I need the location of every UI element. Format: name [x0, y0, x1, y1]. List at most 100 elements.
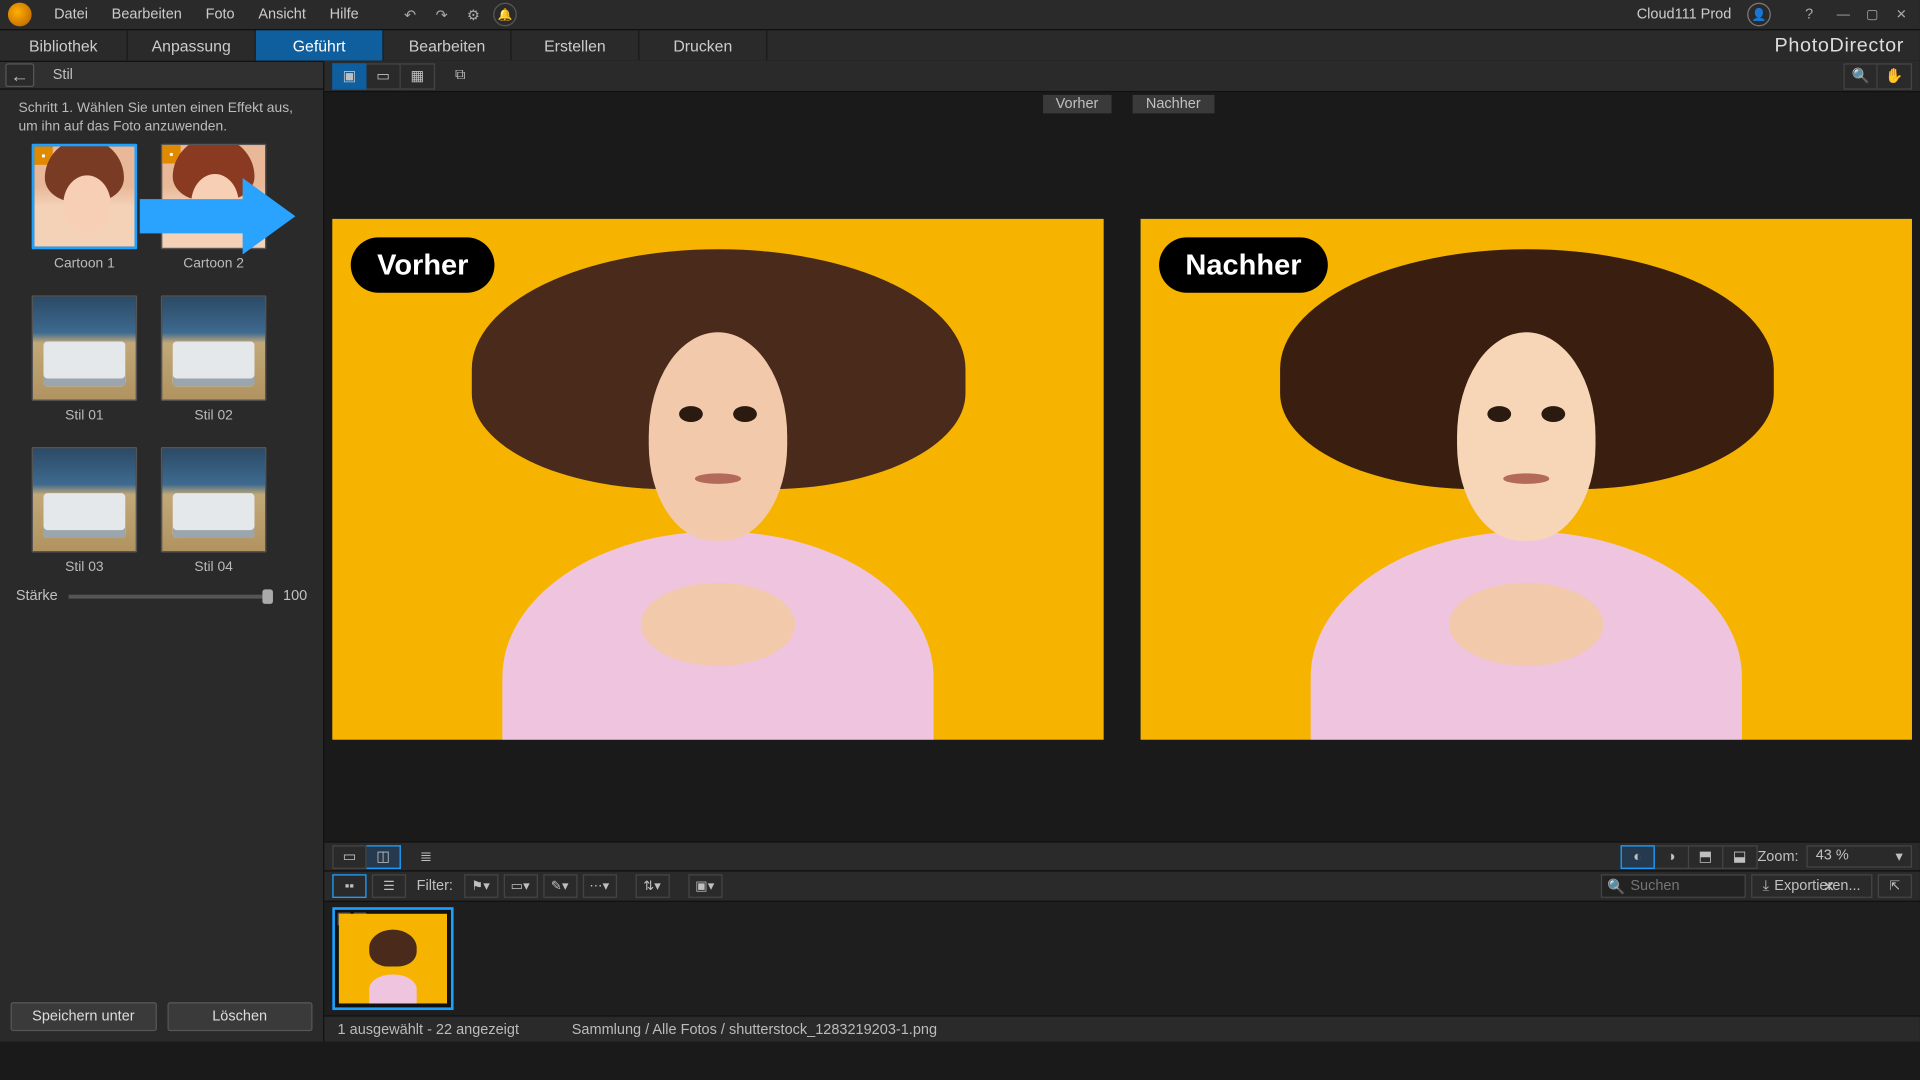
filter-label: Filter:	[417, 878, 453, 894]
user-name[interactable]: Cloud111 Prod	[1625, 7, 1743, 23]
after-image[interactable]: Nachher	[1141, 218, 1912, 739]
window-minimize-icon[interactable]: —	[1833, 5, 1854, 23]
histogram-icon[interactable]: ≣	[409, 845, 443, 869]
effect-label: Cartoon 2	[183, 256, 244, 272]
menu-bearbeiten[interactable]: Bearbeiten	[100, 7, 194, 23]
view-grid-icon[interactable]: ▦	[401, 63, 435, 89]
view-image-icon[interactable]: ▭	[367, 63, 401, 89]
view-single-icon[interactable]: ▣	[332, 63, 366, 89]
compare-top-icon[interactable]: ⬒	[1689, 845, 1723, 869]
export-icon: ⤓	[1763, 878, 1769, 895]
zoom-dropdown[interactable]: 43 % ▾	[1806, 845, 1911, 867]
view-controls: ▭ ◫ ≣ ◐ ◑ ⬒ ⬓ Zoom: 43 % ▾	[324, 841, 1920, 870]
menu-foto[interactable]: Foto	[194, 7, 247, 23]
tab-bearbeiten[interactable]: Bearbeiten	[384, 30, 512, 60]
filter-bar: ▪▪ ☰ Filter: ⚑▾ ▭▾ ✎▾ ⋯▾ ⇅▾ ▣▾ 🔍 ✕ ⤓	[324, 870, 1920, 902]
effect-label: Cartoon 1	[54, 256, 115, 272]
window-maximize-icon[interactable]: ▢	[1862, 5, 1883, 23]
redo-icon[interactable]: ↷	[430, 3, 454, 27]
export-label: Exportieren...	[1774, 878, 1860, 894]
strength-slider-row: Stärke 100	[0, 583, 323, 609]
mode-tab-bar: Bibliothek Anpassung Geführt Bearbeiten …	[0, 29, 1920, 61]
menu-bar: Datei Bearbeiten Foto Ansicht Hilfe ↶ ↷ …	[0, 0, 1920, 29]
window-close-icon[interactable]: ✕	[1891, 5, 1912, 23]
view-compare-icon[interactable]: ⧉	[443, 63, 477, 89]
before-image[interactable]: Vorher	[332, 218, 1103, 739]
before-badge: Vorher	[351, 237, 495, 292]
back-arrow-icon[interactable]: ←	[5, 63, 34, 87]
menu-hilfe[interactable]: Hilfe	[318, 7, 371, 23]
strength-label: Stärke	[16, 588, 58, 604]
zoom-tool-icon[interactable]: 🔍	[1843, 63, 1877, 89]
main-area: ← Stil Schritt 1. Wählen Sie unten einen…	[0, 61, 1920, 1042]
tab-drucken[interactable]: Drucken	[640, 30, 768, 60]
layout-split-icon[interactable]: ◫	[367, 845, 401, 869]
compare-split-icon[interactable]: ◑	[1655, 845, 1689, 869]
effects-sidebar: ← Stil Schritt 1. Wählen Sie unten einen…	[0, 61, 324, 1042]
tab-gefuehrt[interactable]: Geführt	[256, 30, 384, 60]
compare-canvas: Vorher Nachher	[324, 116, 1920, 841]
user-avatar-icon[interactable]: 👤	[1747, 3, 1771, 27]
stack-icon[interactable]: ▣▾	[688, 874, 722, 898]
compare-labels: Vorher Nachher	[324, 92, 1920, 116]
status-selection: 1 ausgewählt - 22 angezeigt	[338, 1021, 519, 1037]
menu-datei[interactable]: Datei	[42, 7, 100, 23]
zoom-value: 43 %	[1816, 848, 1849, 865]
thumbnail-view-icon[interactable]: ▪▪	[332, 874, 366, 898]
status-bar: 1 ausgewählt - 22 angezeigt Sammlung / A…	[324, 1015, 1920, 1041]
compare-before-label: Vorher	[1042, 95, 1111, 113]
filter-flag-icon[interactable]: ⚑▾	[463, 874, 497, 898]
after-badge: Nachher	[1159, 237, 1328, 292]
effect-stil-02[interactable]	[161, 296, 266, 401]
effect-stil-04[interactable]	[161, 447, 266, 552]
effect-cartoon-1[interactable]: ▪	[32, 144, 137, 249]
notification-bell-icon[interactable]: 🔔	[493, 3, 517, 27]
filmstrip	[324, 902, 1920, 1015]
strength-slider[interactable]	[68, 594, 272, 598]
search-icon: 🔍	[1607, 878, 1625, 895]
effects-grid: ▪ Cartoon 1 ▪ Cartoon 2 Stil 01 Stil 02	[0, 144, 323, 575]
share-icon[interactable]: ⇱	[1878, 874, 1912, 898]
filter-label-icon[interactable]: ▭▾	[503, 874, 537, 898]
effect-stil-01[interactable]	[32, 296, 137, 401]
viewer-toolbar: ▣ ▭ ▦ ⧉ 🔍 ✋	[324, 61, 1920, 93]
export-button[interactable]: ⤓ Exportieren...	[1751, 874, 1873, 898]
tab-anpassung[interactable]: Anpassung	[128, 30, 256, 60]
after-panel: Nachher	[1133, 116, 1920, 841]
slider-knob-icon[interactable]	[262, 589, 273, 604]
pan-hand-icon[interactable]: ✋	[1878, 63, 1912, 89]
status-path: Sammlung / Alle Fotos / shutterstock_128…	[572, 1021, 937, 1037]
compare-side-icon[interactable]: ◐	[1620, 845, 1654, 869]
tab-bibliothek[interactable]: Bibliothek	[0, 30, 128, 60]
effect-stil-03[interactable]	[32, 447, 137, 552]
search-box[interactable]: 🔍 ✕	[1600, 874, 1745, 898]
effect-cartoon-2[interactable]: ▪	[161, 144, 266, 249]
save-as-button[interactable]: Speichern unter	[11, 1002, 157, 1031]
effect-label: Stil 02	[194, 408, 232, 424]
tab-erstellen[interactable]: Erstellen	[512, 30, 640, 60]
compare-after-label: Nachher	[1133, 95, 1214, 113]
strength-value: 100	[283, 588, 307, 604]
settings-gear-icon[interactable]: ⚙	[462, 3, 486, 27]
breadcrumb-stil[interactable]: Stil	[40, 67, 87, 83]
zoom-label: Zoom:	[1757, 849, 1798, 865]
filter-edit-icon[interactable]: ✎▾	[543, 874, 577, 898]
filmstrip-thumb-selected[interactable]	[332, 907, 453, 1010]
undo-icon[interactable]: ↶	[398, 3, 422, 27]
effect-label: Stil 04	[194, 559, 232, 575]
delete-button[interactable]: Löschen	[167, 1002, 313, 1031]
chevron-down-icon: ▾	[1895, 848, 1902, 865]
viewer-area: ▣ ▭ ▦ ⧉ 🔍 ✋ Vorher Nachher Vorher	[324, 61, 1920, 1042]
compare-bottom-icon[interactable]: ⬓	[1723, 845, 1757, 869]
menu-ansicht[interactable]: Ansicht	[246, 7, 317, 23]
layout-single-icon[interactable]: ▭	[332, 845, 366, 869]
effect-label: Stil 03	[65, 559, 103, 575]
app-logo-icon	[8, 3, 32, 27]
help-icon[interactable]: ?	[1797, 3, 1821, 27]
sidebar-help-text: Schritt 1. Wählen Sie unten einen Effekt…	[0, 90, 323, 144]
sort-icon[interactable]: ⇅▾	[635, 874, 669, 898]
brand-label: PhotoDirector	[1759, 30, 1920, 60]
effect-label: Stil 01	[65, 408, 103, 424]
list-view-icon[interactable]: ☰	[372, 874, 406, 898]
filter-more-icon[interactable]: ⋯▾	[582, 874, 616, 898]
